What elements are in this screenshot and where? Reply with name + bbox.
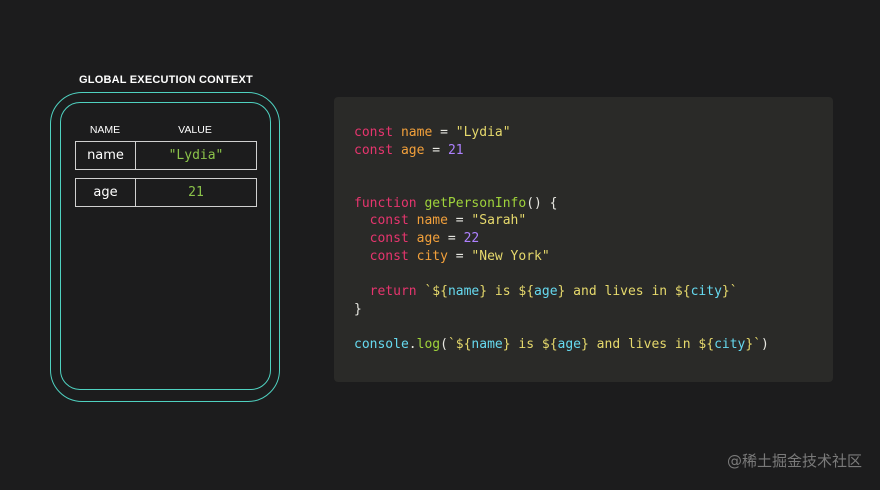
code-token: "Lydia" <box>455 125 511 140</box>
code-token: 21 <box>447 142 464 158</box>
code-token: "Sarah" <box>471 213 527 229</box>
code-token: console <box>354 337 409 353</box>
code-token: city <box>714 337 746 353</box>
code-line: const age = 22 <box>354 230 769 248</box>
code-token: . <box>408 337 417 353</box>
code-token: `${ <box>424 284 448 300</box>
code-token: () { <box>526 195 558 211</box>
name-column-header: NAME <box>89 124 121 136</box>
value-column-header: VALUE <box>178 124 212 136</box>
code-token: "New York" <box>471 248 550 264</box>
code-token: = <box>432 125 456 140</box>
code-token: getPersonInfo <box>424 195 527 211</box>
code-token: name <box>416 213 448 229</box>
code-token: ) <box>761 337 769 353</box>
code-token: log <box>416 337 441 353</box>
code-token: const <box>354 125 401 140</box>
code-token: const <box>369 231 417 247</box>
code-line: console.log(`${name} is ${age} and lives… <box>354 336 769 354</box>
code-token: age <box>557 337 582 353</box>
variable-name-cell: name <box>76 142 136 169</box>
watermark: @稀土掘金技术社区 <box>726 452 862 470</box>
code-panel: const name = "Lydia" const age = 21 functi… <box>334 97 833 382</box>
code-token: } and lives in ${ <box>581 337 715 353</box>
code-line: const name = "Lydia" <box>354 124 769 142</box>
code-line: function getPersonInfo() { <box>354 195 769 213</box>
code-token: } is ${ <box>479 284 535 300</box>
code-token: }` <box>745 337 762 353</box>
code-token: = <box>440 231 464 247</box>
code-token: name <box>471 337 503 353</box>
code-line: const name = "Sarah" <box>354 212 769 230</box>
code-line: } <box>354 301 769 319</box>
variable-row-name: name "Lydia" <box>75 141 257 170</box>
code-token: const <box>354 142 401 158</box>
code-line: const city = "New York" <box>354 248 769 266</box>
code-token: = <box>424 142 448 158</box>
code-token: function <box>354 195 425 211</box>
variable-name-cell: age <box>76 179 136 206</box>
code-token: } is ${ <box>502 337 558 353</box>
code-token: } and lives in ${ <box>557 284 691 300</box>
code-token: const <box>369 213 417 229</box>
code-line: const age = 21 <box>354 142 769 160</box>
code-token: name <box>400 125 433 140</box>
variable-value-cell: "Lydia" <box>168 148 224 163</box>
code-token: }` <box>721 284 738 300</box>
context-title: GLOBAL EXECUTION CONTEXT <box>79 74 253 86</box>
code-token: = <box>447 213 472 229</box>
code-token: age <box>400 142 425 158</box>
code-token: `${ <box>447 337 472 353</box>
variable-value-cell: 21 <box>188 185 204 200</box>
code-token: return <box>369 284 425 300</box>
code-line: return `${name} is ${age} and lives in $… <box>354 283 769 301</box>
code-token: name <box>447 284 480 300</box>
code-token: const <box>369 248 417 264</box>
code-token: = <box>447 248 472 264</box>
code-token: age <box>416 231 441 247</box>
code-token: city <box>416 248 448 264</box>
code-block: const name = "Lydia" const age = 21 functi… <box>354 124 769 354</box>
code-token: ( <box>440 337 448 353</box>
variable-row-age: age 21 <box>75 178 257 207</box>
code-token: 22 <box>463 231 480 247</box>
code-token: city <box>690 284 722 300</box>
code-token: age <box>534 284 558 300</box>
code-token: } <box>354 301 362 317</box>
